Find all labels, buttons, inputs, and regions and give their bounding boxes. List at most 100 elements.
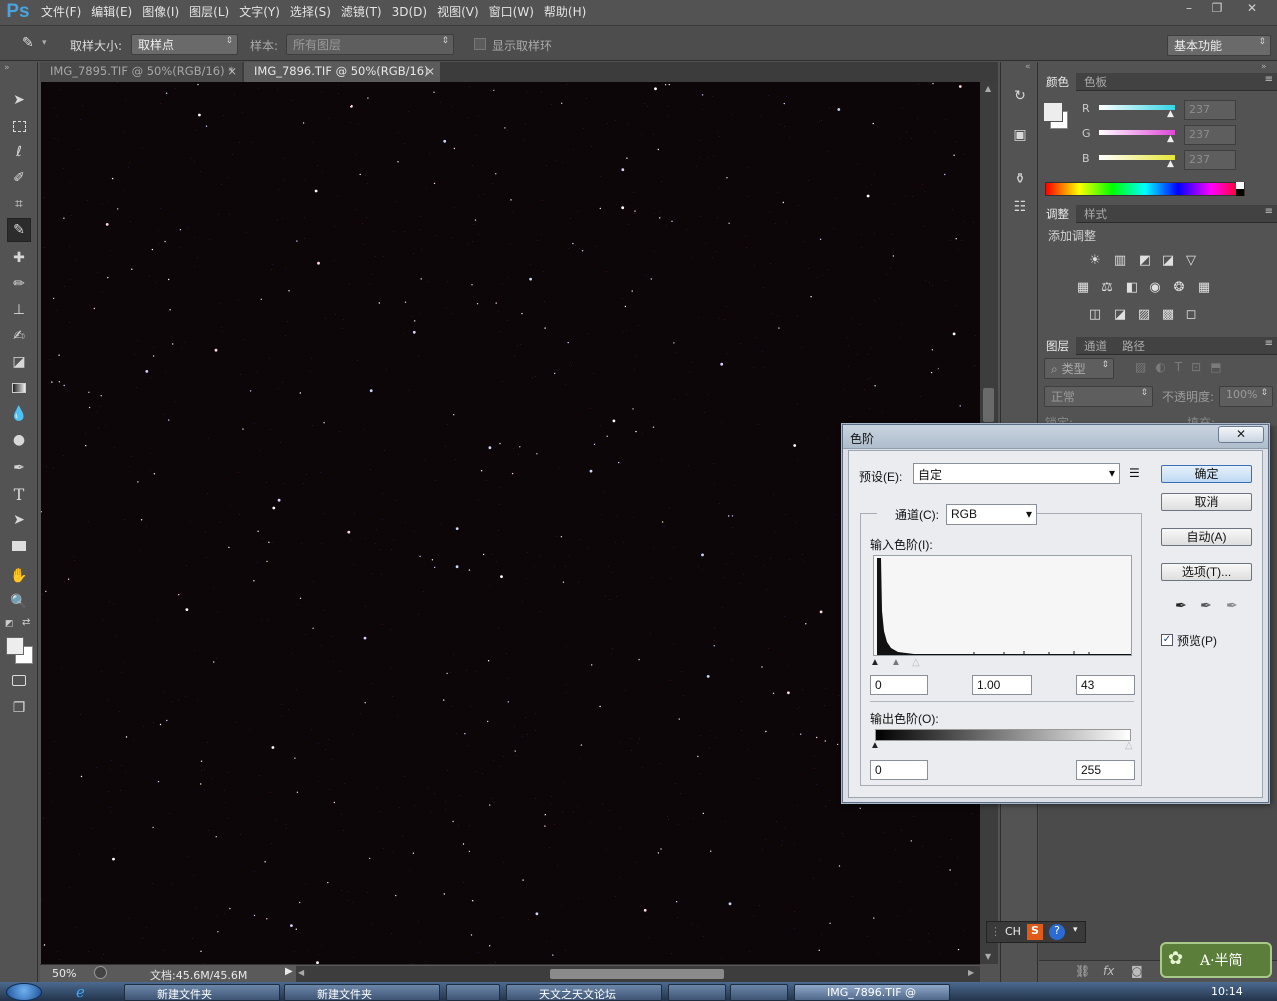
ime-menu-icon[interactable]: ▾ (1073, 925, 1078, 935)
layer-filter-icons[interactable]: ▨◐T⊡⬒ (1135, 360, 1231, 374)
sample-select[interactable]: 所有图层 (286, 34, 454, 55)
brush-panel-icon[interactable]: ☷ (1007, 194, 1033, 220)
dialog-titlebar[interactable]: 色阶 ✕ (843, 425, 1268, 449)
gradient-tool-icon[interactable] (7, 376, 31, 400)
status-arrow-icon[interactable]: ▶ (285, 966, 293, 977)
start-button[interactable] (6, 983, 42, 1001)
path-selection-tool-icon[interactable]: ➤ (7, 508, 31, 532)
restore-button[interactable]: ❐ (1203, 0, 1231, 18)
tab-adjustments[interactable]: 调整 (1039, 205, 1076, 223)
foreground-color-swatch[interactable] (6, 637, 24, 655)
color-spectrum-ramp[interactable] (1045, 182, 1245, 196)
ime-language[interactable]: CH (1005, 925, 1021, 938)
output-white-slider[interactable]: △ (1125, 740, 1133, 751)
menu-item[interactable]: 滤镜(T) (336, 0, 387, 24)
type-tool-icon[interactable]: T (7, 482, 31, 506)
input-white-slider[interactable]: △ (912, 657, 920, 668)
preset-options-icon[interactable]: ☰ (1129, 466, 1140, 480)
quick-mask-icon[interactable] (7, 668, 31, 692)
taskbar-item-chrome[interactable]: 天文之天文论坛 (506, 984, 662, 1001)
input-gamma-slider[interactable]: ▲ (891, 657, 901, 668)
taskbar-item-media[interactable] (446, 984, 500, 1001)
history-brush-tool-icon[interactable]: ✍ (7, 324, 31, 348)
crop-tool-icon[interactable]: ⌗ (7, 192, 31, 216)
output-black-slider[interactable]: ▲ (870, 740, 880, 751)
foreground-color-chip[interactable] (1043, 102, 1063, 122)
gray-point-eyedropper-icon[interactable]: ✒ (1200, 597, 1212, 614)
menu-item[interactable]: 窗口(W) (484, 0, 539, 24)
photo-filter-icon[interactable]: ◉ (1146, 278, 1164, 296)
output-black-field[interactable]: 0 (870, 760, 928, 780)
status-menu-icon[interactable] (94, 966, 107, 979)
channel-value-input[interactable]: 237 (1184, 100, 1236, 120)
menu-item[interactable]: 图层(L) (184, 0, 234, 24)
quick-selection-tool-icon[interactable]: ✐ (7, 166, 31, 190)
cancel-button[interactable]: 取消 (1161, 493, 1252, 511)
workspace-select[interactable]: 基本功能 (1167, 35, 1271, 56)
hand-tool-icon[interactable]: ✋ (7, 564, 31, 588)
preset-dropdown-icon[interactable]: ▾ (42, 38, 47, 48)
black-point-eyedropper-icon[interactable]: ✒ (1175, 597, 1187, 614)
history-panel-icon[interactable]: ↻ (1007, 83, 1033, 109)
eraser-tool-icon[interactable]: ◪ (7, 350, 31, 374)
show-ring-checkbox[interactable] (474, 38, 486, 50)
tab-layers[interactable]: 图层 (1039, 337, 1076, 355)
dialog-close-button[interactable]: ✕ (1218, 426, 1264, 443)
slider-handle-icon[interactable]: ▲ (1167, 134, 1174, 144)
clock[interactable]: 10:14 (1211, 985, 1243, 998)
opacity-input[interactable]: 100% (1219, 386, 1273, 407)
slider-handle-icon[interactable]: ▲ (1167, 159, 1174, 169)
tab-swatches[interactable]: 色板 (1077, 73, 1114, 91)
spectrum-white-swatch[interactable] (1236, 182, 1244, 189)
options-button[interactable]: 选项(T)... (1161, 563, 1252, 581)
sogou-ime-icon[interactable]: S (1027, 924, 1043, 940)
channel-slider[interactable] (1099, 105, 1175, 110)
input-black-field[interactable]: 0 (870, 675, 928, 695)
eyedropper-tool-preset-icon[interactable]: ✎ (22, 35, 34, 51)
close-tab-icon[interactable]: × (425, 64, 435, 78)
menu-item[interactable]: 文件(F) (36, 0, 86, 24)
tab-color[interactable]: 颜色 (1039, 73, 1076, 91)
posterize-icon[interactable]: ◪ (1111, 305, 1129, 323)
zoom-level[interactable]: 50% (52, 967, 76, 980)
preset-select[interactable]: 自定 (913, 463, 1120, 484)
preview-checkbox[interactable]: ✓ (1161, 634, 1173, 646)
input-white-field[interactable]: 43 (1076, 675, 1135, 695)
tab-img-7895[interactable]: IMG_7895.TIF @ 50%(RGB/16) * × (40, 62, 242, 82)
default-colors-icon[interactable]: ◩ (5, 619, 14, 629)
pen-tool-icon[interactable]: ✒ (7, 456, 31, 480)
gradient-map-icon[interactable]: ▩ (1159, 305, 1177, 323)
taskbar-item-app[interactable] (730, 984, 788, 1001)
vibrance-icon[interactable]: ▽ (1182, 251, 1200, 269)
selective-color-icon[interactable]: ◻ (1182, 305, 1200, 323)
close-window-button[interactable]: ✕ (1238, 0, 1266, 18)
zoom-tool-icon[interactable]: 🔍 (7, 590, 31, 614)
panel-menu-icon[interactable]: ≡ (1265, 338, 1273, 349)
blend-mode-select[interactable]: 正常 (1044, 386, 1153, 407)
menu-item[interactable]: 文字(Y) (234, 0, 285, 24)
channel-select[interactable]: RGB (946, 504, 1037, 525)
healing-brush-tool-icon[interactable]: ✚ (7, 246, 31, 270)
internet-explorer-icon[interactable]: ℯ (76, 983, 85, 1001)
tab-img-7896[interactable]: IMG_7896.TIF @ 50%(RGB/16) × (244, 62, 440, 82)
move-tool-icon[interactable]: ➤ (7, 88, 31, 112)
collapse-toolbox-icon[interactable]: » (4, 63, 10, 73)
exposure-icon[interactable]: ◪ (1159, 251, 1177, 269)
channel-value-input[interactable]: 237 (1184, 150, 1236, 170)
threshold-icon[interactable]: ▨ (1135, 305, 1153, 323)
swap-colors-icon[interactable]: ⇄ (22, 617, 30, 628)
panel-menu-icon[interactable]: ≡ (1265, 206, 1273, 217)
menu-item[interactable]: 选择(S) (285, 0, 336, 24)
white-point-eyedropper-icon[interactable]: ✒ (1226, 597, 1238, 614)
help-icon[interactable]: ? (1049, 924, 1065, 940)
dodge-tool-icon[interactable]: ● (7, 428, 31, 452)
taskbar-item-folder-1[interactable]: 新建文件夹 (124, 984, 280, 1001)
input-gamma-field[interactable]: 1.00 (972, 675, 1032, 695)
eyedropper-tool-icon[interactable]: ✎ (7, 218, 31, 242)
collapse-dock-icon[interactable]: « (1025, 62, 1031, 72)
taskbar-item-ie[interactable] (668, 984, 726, 1001)
channel-slider[interactable] (1099, 155, 1175, 160)
document-canvas[interactable] (41, 82, 980, 964)
brightness-contrast-icon[interactable]: ☀ (1086, 251, 1104, 269)
black-white-icon[interactable]: ◧ (1123, 278, 1141, 296)
